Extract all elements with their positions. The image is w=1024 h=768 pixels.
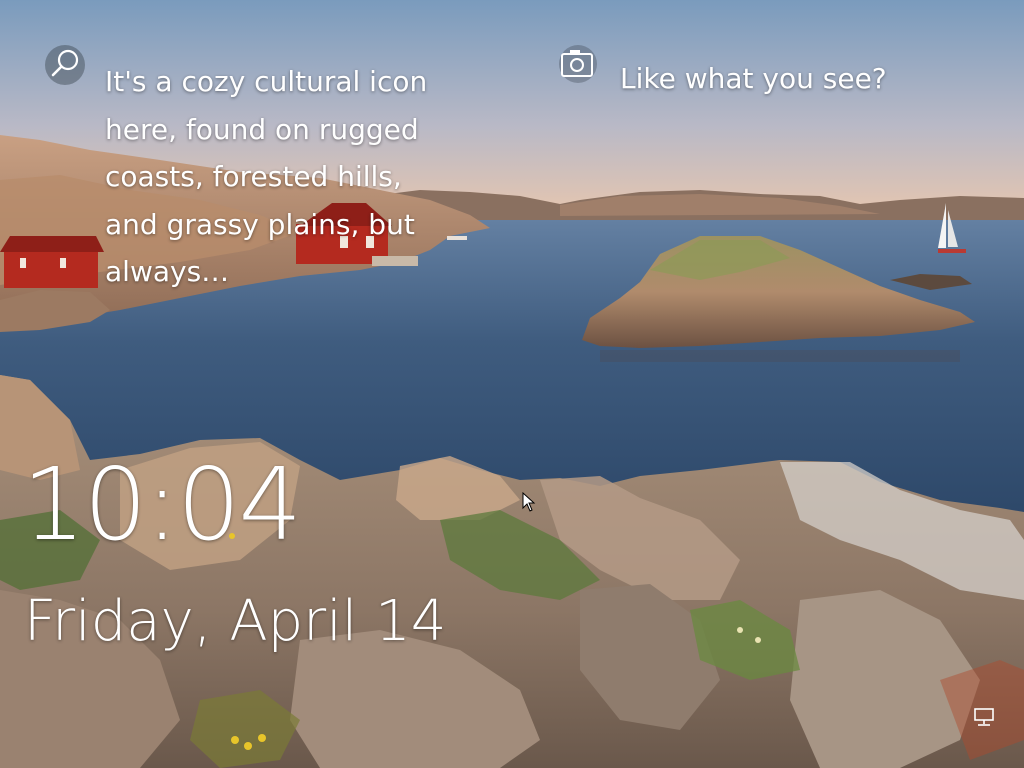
- mouse-cursor-icon: [522, 492, 536, 512]
- search-icon[interactable]: [44, 44, 86, 86]
- red-boathouse-left: [0, 236, 104, 288]
- like-what-you-see-text[interactable]: Like what you see?: [620, 58, 887, 100]
- network-wired-icon[interactable]: [973, 707, 995, 727]
- lock-screen-time: 10:04: [22, 446, 302, 563]
- spotlight-fact-text[interactable]: It's a cozy cultural icon here, found on…: [105, 58, 435, 296]
- camera-icon[interactable]: [558, 44, 598, 84]
- lock-screen-date: Friday, April 14: [24, 589, 447, 654]
